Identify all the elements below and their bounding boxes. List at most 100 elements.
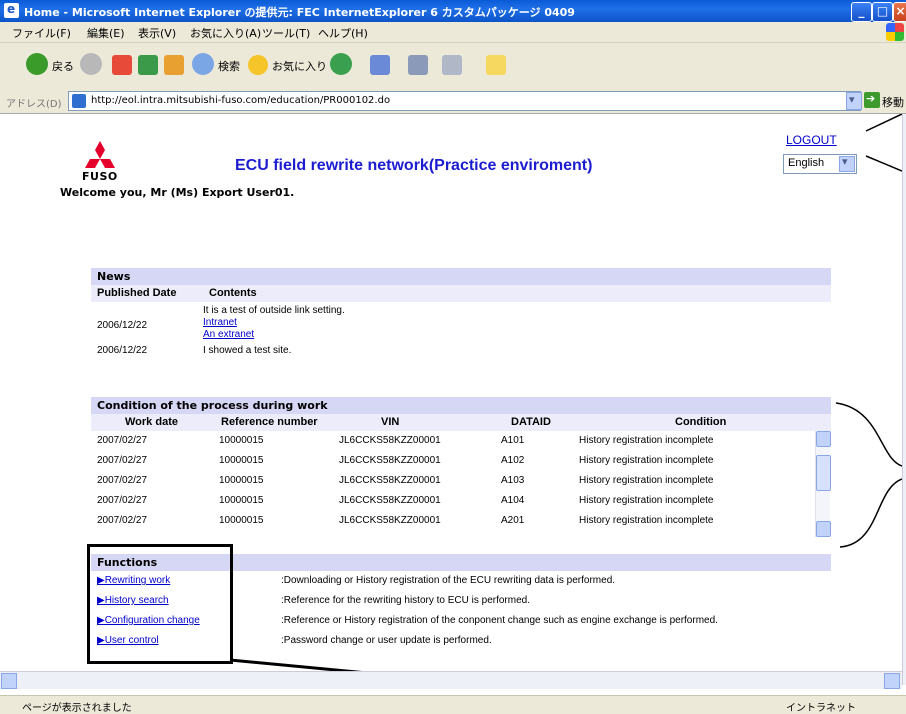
favorites-star-icon[interactable] bbox=[248, 55, 268, 75]
favorites-label[interactable]: お気に入り bbox=[272, 58, 327, 74]
toolbar: 戻る 検索 お気に入り bbox=[0, 43, 906, 90]
scroll-thumb[interactable] bbox=[816, 455, 831, 491]
reference-number-cell: 10000015 bbox=[219, 475, 264, 486]
back-arrow-icon[interactable] bbox=[26, 53, 48, 75]
ie-icon bbox=[4, 2, 19, 18]
menu-help[interactable]: ヘルプ(H) bbox=[318, 25, 368, 41]
news-col-date: Published Date bbox=[97, 287, 177, 299]
address-bar: アドレス(D) http://eol.intra.mitsubishi-fuso… bbox=[0, 89, 906, 114]
news-item-date: 2006/12/22 bbox=[97, 345, 148, 356]
col-dataid: DATAID bbox=[511, 416, 551, 428]
mail-icon[interactable] bbox=[370, 55, 390, 75]
highlight-box bbox=[87, 544, 233, 664]
news-col-contents: Contents bbox=[209, 287, 257, 299]
condition-cell: History registration incomplete bbox=[579, 455, 714, 466]
search-icon[interactable] bbox=[192, 53, 214, 75]
reference-number-cell: 10000015 bbox=[219, 455, 264, 466]
col-condition: Condition bbox=[675, 416, 727, 428]
status-text: ページが表示されました bbox=[22, 703, 132, 714]
news-item-text: I showed a test site. bbox=[203, 345, 292, 356]
menu-file[interactable]: ファイル(F) bbox=[12, 25, 71, 41]
vin-cell: JL6CCKS58KZZ00001 bbox=[339, 475, 441, 486]
window-title: Home - Microsoft Internet Explorer の提供元:… bbox=[24, 6, 575, 19]
forward-arrow-icon[interactable] bbox=[80, 53, 102, 75]
page-horizontal-scrollbar[interactable] bbox=[0, 671, 902, 689]
process-column-headers: Work date Reference number VIN DATAID Co… bbox=[91, 414, 831, 431]
messenger-icon[interactable] bbox=[486, 55, 506, 75]
back-label[interactable]: 戻る bbox=[52, 58, 74, 74]
page-title: ECU field rewrite network(Practice envir… bbox=[235, 157, 593, 174]
condition-cell: History registration incomplete bbox=[579, 475, 714, 486]
work-date-cell: 2007/02/27 bbox=[97, 435, 148, 446]
work-date-cell: 2007/02/27 bbox=[97, 515, 148, 526]
address-input[interactable]: http://eol.intra.mitsubishi-fuso.com/edu… bbox=[68, 91, 861, 111]
logout-link[interactable]: LOGOUT bbox=[786, 133, 837, 147]
process-rows: 2007/02/27 10000015 JL6CCKS58KZZ00001 A101 H… bbox=[91, 431, 831, 537]
function-description: :Downloading or History registration of … bbox=[281, 575, 616, 586]
title-bar: Home - Microsoft Internet Explorer の提供元:… bbox=[0, 0, 906, 22]
function-description: :Reference for the rewriting history to … bbox=[281, 595, 530, 606]
go-button[interactable]: 移動 bbox=[882, 94, 904, 110]
maximize-button[interactable]: □ bbox=[872, 2, 893, 22]
language-select[interactable]: English bbox=[783, 154, 857, 174]
close-button[interactable]: × bbox=[893, 2, 906, 22]
dataid-cell: A101 bbox=[501, 435, 525, 446]
work-date-cell: 2007/02/27 bbox=[97, 495, 148, 506]
menu-view[interactable]: 表示(V) bbox=[138, 25, 176, 41]
function-description: :Reference or History registration of th… bbox=[281, 615, 718, 626]
condition-cell: History registration incomplete bbox=[579, 435, 714, 446]
vin-cell: JL6CCKS58KZZ00001 bbox=[339, 455, 441, 466]
scroll-right-icon[interactable] bbox=[884, 673, 900, 689]
menu-edit[interactable]: 編集(E) bbox=[87, 25, 125, 41]
col-work-date: Work date bbox=[125, 416, 178, 428]
news-link-intranet[interactable]: Intranet bbox=[203, 317, 237, 328]
dataid-cell: A102 bbox=[501, 455, 525, 466]
page-icon bbox=[72, 94, 86, 108]
address-url[interactable]: http://eol.intra.mitsubishi-fuso.com/edu… bbox=[91, 95, 390, 106]
status-bar: ページが表示されました イントラネット bbox=[0, 695, 906, 714]
history-icon[interactable] bbox=[330, 53, 352, 75]
scroll-left-icon[interactable] bbox=[1, 673, 17, 689]
home-icon[interactable] bbox=[164, 55, 184, 75]
reference-number-cell: 10000015 bbox=[219, 435, 264, 446]
process-scrollbar[interactable] bbox=[815, 431, 831, 537]
address-dropdown-icon[interactable] bbox=[846, 92, 862, 110]
news-link-extranet[interactable]: An extranet bbox=[203, 329, 254, 340]
news-section: News Published Date Contents 2006/12/22 … bbox=[91, 268, 831, 372]
news-list: 2006/12/22 It is a test of outside link … bbox=[91, 302, 831, 372]
condition-cell: History registration incomplete bbox=[579, 515, 714, 526]
col-reference-number: Reference number bbox=[221, 416, 318, 428]
page-content: FUSO ECU field rewrite network(Practice … bbox=[0, 114, 902, 685]
security-zone: イントラネット bbox=[786, 703, 856, 714]
process-heading: Condition of the process during work bbox=[91, 397, 831, 414]
reference-number-cell: 10000015 bbox=[219, 495, 264, 506]
process-section: Condition of the process during work Wor… bbox=[91, 397, 831, 537]
reference-number-cell: 10000015 bbox=[219, 515, 264, 526]
scroll-down-icon[interactable] bbox=[816, 521, 831, 537]
page-vertical-scrollbar[interactable] bbox=[902, 114, 906, 685]
news-heading: News bbox=[91, 268, 831, 285]
print-icon[interactable] bbox=[408, 55, 428, 75]
news-item-date: 2006/12/22 bbox=[97, 320, 148, 331]
go-arrow-icon[interactable] bbox=[864, 92, 880, 108]
function-description: :Password change or user update is perfo… bbox=[281, 635, 492, 646]
menu-favorites[interactable]: お気に入り(A) bbox=[190, 25, 261, 41]
welcome-message: Welcome you, Mr (Ms) Export User01. bbox=[60, 186, 295, 199]
news-column-headers: Published Date Contents bbox=[91, 285, 831, 302]
condition-cell: History registration incomplete bbox=[579, 495, 714, 506]
vin-cell: JL6CCKS58KZZ00001 bbox=[339, 495, 441, 506]
scroll-up-icon[interactable] bbox=[816, 431, 831, 447]
refresh-icon[interactable] bbox=[138, 55, 158, 75]
minimize-button[interactable]: _ bbox=[851, 2, 872, 22]
address-label: アドレス(D) bbox=[6, 99, 62, 110]
chevron-down-icon[interactable] bbox=[839, 155, 855, 172]
menu-tools[interactable]: ツール(T) bbox=[262, 25, 310, 41]
edit-icon[interactable] bbox=[442, 55, 462, 75]
dataid-cell: A103 bbox=[501, 475, 525, 486]
col-vin: VIN bbox=[381, 416, 400, 428]
windows-logo-icon bbox=[886, 23, 904, 41]
search-label[interactable]: 検索 bbox=[218, 58, 240, 74]
dataid-cell: A201 bbox=[501, 515, 525, 526]
stop-icon[interactable] bbox=[112, 55, 132, 75]
language-value: English bbox=[788, 157, 825, 169]
